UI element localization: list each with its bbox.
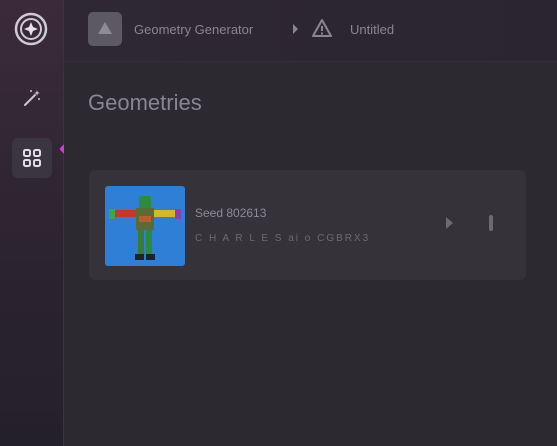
sidebar-item-geometries[interactable] (12, 138, 52, 178)
sidebar (0, 0, 64, 446)
cube-icon (98, 22, 112, 34)
breadcrumb-document[interactable]: Untitled (350, 22, 394, 37)
open-item-button[interactable] (439, 213, 459, 233)
sidebar-item-generate[interactable] (12, 78, 52, 118)
geometry-thumbnail[interactable] (105, 186, 185, 266)
magic-wand-icon (24, 90, 40, 106)
more-vertical-icon (489, 215, 493, 231)
app-thumbnail[interactable] (88, 12, 122, 46)
sparkle-logo-icon[interactable] (14, 12, 48, 46)
item-meta: C H A R L E S ai o CGBRX3 (195, 233, 371, 244)
page-title: Geometries (88, 90, 202, 115)
more-options-button[interactable] (481, 213, 501, 233)
chevron-right-icon (290, 22, 300, 40)
top-bar: Geometry Generator Untitled (64, 0, 557, 62)
warning-icon (311, 18, 333, 43)
item-title: Seed 802613 (195, 206, 267, 220)
list-item[interactable]: Seed 802613 C H A R L E S ai o CGBRX3 (89, 170, 526, 280)
chevron-right-icon (446, 217, 453, 229)
app-window: Geometry Generator Untitled Geometries S… (0, 0, 557, 446)
main-content: Geometries Seed 802613 C H A R L E S ai … (64, 62, 557, 446)
breadcrumb-app[interactable]: Geometry Generator (134, 22, 253, 37)
grid-icon (23, 149, 41, 167)
